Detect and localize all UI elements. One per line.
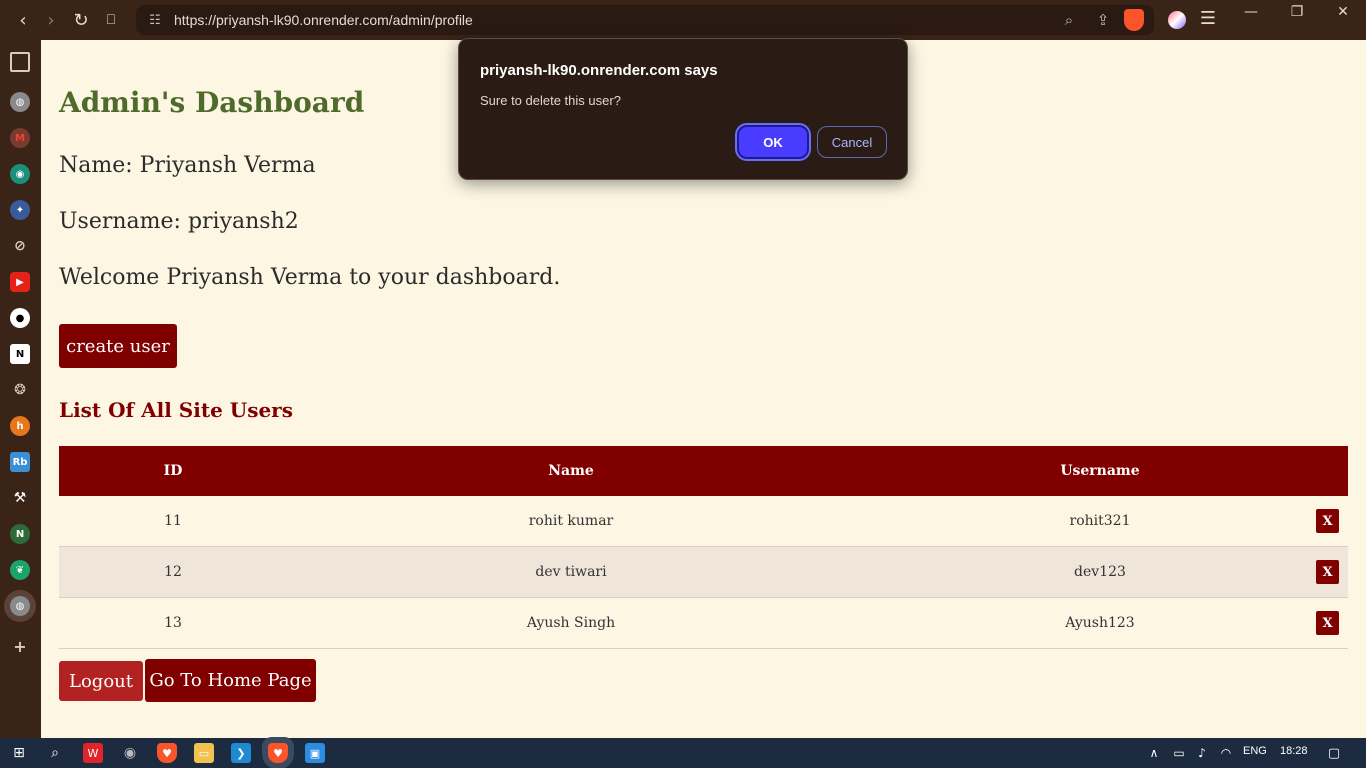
delete-user-button[interactable]: X (1316, 560, 1339, 584)
cell-username: dev123 (1074, 564, 1126, 580)
delete-user-button[interactable]: X (1316, 509, 1339, 533)
cell-name: dev tiwari (535, 564, 607, 580)
battery-icon[interactable]: ▭ (1169, 743, 1189, 763)
name-text: Name: Priyansh Verma (59, 153, 316, 178)
wps-office-icon[interactable]: W (83, 743, 103, 763)
header-name: Name (548, 463, 594, 479)
ok-button[interactable]: OK (737, 125, 809, 159)
notifications-icon[interactable]: ▢ (1324, 743, 1344, 763)
site-settings-icon[interactable]: ☷ (140, 13, 170, 28)
table-header: ID Name Username (59, 446, 1348, 496)
forward-icon[interactable]: › (36, 5, 66, 35)
menu-icon[interactable]: ☰ (1196, 8, 1220, 32)
browser-sidebar: ◍ M ◉ ✦ ⊘ ▶ ● N ❂ h Rb ⚒ N ❦ ◍ + (0, 40, 41, 738)
share-icon[interactable]: ⇪ (1086, 11, 1120, 29)
close-button[interactable]: ✕ (1320, 2, 1366, 26)
photos-icon[interactable]: ▣ (305, 743, 325, 763)
address-bar[interactable]: ☷ https://priyansh-lk90.onrender.com/adm… (136, 5, 1154, 35)
page-title: Admin's Dashboard (59, 86, 365, 119)
minimize-button[interactable]: — (1228, 2, 1274, 26)
language-indicator[interactable]: ENG (1243, 745, 1267, 757)
table-row: 11 rohit kumar rohit321 X (59, 496, 1348, 547)
cell-username: rohit321 (1069, 513, 1131, 529)
browser-toolbar: ‹ › ↻ ⎕ ☷ https://priyansh-lk90.onrender… (0, 0, 1366, 40)
search-icon[interactable]: ⌕ (45, 743, 65, 763)
windows-taskbar: ⊞ ⌕ W ◉ ♥ ▭ ❯ ♥ ▣ ∧ ▭ ♪ ◠ ENG 18:28 ▢ (0, 738, 1366, 768)
welcome-text: Welcome Priyansh Verma to your dashboard… (59, 265, 561, 290)
windows-start-icon[interactable]: ⊞ (9, 743, 29, 763)
brave-active-icon[interactable]: ♥ (268, 743, 288, 763)
cell-name: rohit kumar (528, 513, 614, 529)
back-icon[interactable]: ‹ (8, 5, 38, 35)
globe-icon[interactable]: ◍ (10, 92, 30, 112)
sidebar-panel-icon[interactable] (10, 52, 30, 72)
table-row: 12 dev tiwari dev123 X (59, 547, 1348, 598)
wifi-icon[interactable]: ◠ (1216, 743, 1236, 763)
url-text[interactable]: https://priyansh-lk90.onrender.com/admin… (174, 12, 1052, 28)
app-icon[interactable]: ◉ (10, 164, 30, 184)
chatgpt-icon[interactable]: ❂ (10, 380, 30, 400)
username-text: Username: priyansh2 (59, 209, 299, 234)
add-icon[interactable]: + (10, 636, 30, 656)
dialog-message: Sure to delete this user? (480, 93, 621, 108)
cell-id: 13 (164, 615, 182, 631)
confirm-dialog: priyansh-lk90.onrender.com says Sure to … (458, 38, 908, 180)
cancel-button[interactable]: Cancel (817, 126, 887, 158)
zoom-icon[interactable]: ⌕ (1052, 11, 1086, 29)
obs-icon[interactable]: ◉ (120, 743, 140, 763)
table-row: 13 Ayush Singh Ayush123 X (59, 598, 1348, 649)
file-explorer-icon[interactable]: ▭ (194, 743, 214, 763)
delete-user-button[interactable]: X (1316, 611, 1339, 635)
home-page-button[interactable]: Go To Home Page (145, 659, 316, 702)
bookmark-icon[interactable]: ⎕ (96, 5, 126, 35)
github-icon[interactable]: ● (10, 308, 30, 328)
cell-name: Ayush Singh (526, 615, 616, 631)
notion-icon[interactable]: N (10, 344, 30, 364)
globe-icon[interactable]: ◍ (10, 596, 30, 616)
create-user-button[interactable]: create user (59, 324, 177, 368)
reload-icon[interactable]: ↻ (66, 5, 96, 35)
hashnode-icon[interactable]: h (10, 416, 30, 436)
users-list-title: List Of All Site Users (59, 398, 293, 422)
users-table: ID Name Username 11 rohit kumar rohit321… (59, 446, 1348, 649)
gemini-icon[interactable]: ✦ (10, 200, 30, 220)
clock[interactable]: 18:28 (1280, 745, 1308, 757)
header-id: ID (163, 463, 183, 479)
gmail-icon[interactable]: M (10, 128, 30, 148)
chevron-up-icon[interactable]: ∧ (1144, 743, 1164, 763)
rb-icon[interactable]: Rb (10, 452, 30, 472)
no-sign-icon[interactable]: ⊘ (10, 236, 30, 256)
tool-icon[interactable]: ⚒ (10, 488, 30, 508)
dialog-title: priyansh-lk90.onrender.com says (480, 62, 718, 79)
brave-icon[interactable]: ♥ (157, 743, 177, 763)
youtube-icon[interactable]: ▶ (10, 272, 30, 292)
volume-icon[interactable]: ♪ (1192, 743, 1212, 763)
brave-shields-icon[interactable] (1124, 9, 1144, 31)
wallet-icon[interactable] (1168, 11, 1186, 29)
restore-button[interactable]: ❐ (1274, 2, 1320, 26)
leaf-icon[interactable]: ❦ (10, 560, 30, 580)
header-username: Username (1060, 463, 1140, 479)
logout-button[interactable]: Logout (59, 661, 143, 701)
cell-username: Ayush123 (1065, 615, 1135, 631)
codechef-icon[interactable]: N (10, 524, 30, 544)
cell-id: 11 (164, 513, 182, 529)
vscode-icon[interactable]: ❯ (231, 743, 251, 763)
cell-id: 12 (164, 564, 182, 580)
